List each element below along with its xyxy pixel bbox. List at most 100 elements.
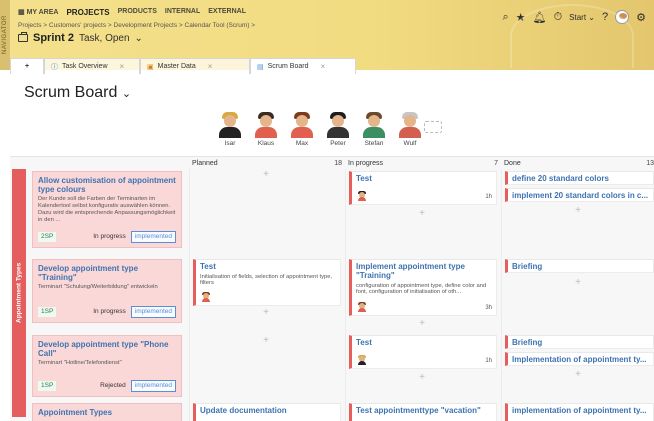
avatar [324, 110, 352, 138]
close-icon[interactable]: × [320, 62, 325, 71]
story-title[interactable]: Appointment Types [38, 408, 176, 417]
search-icon[interactable]: ⌕ [503, 11, 509, 24]
add-card-icon[interactable]: + [415, 208, 429, 219]
task-title[interactable]: Test [356, 174, 492, 184]
swimlane-label: Appointment Types [12, 169, 26, 417]
tab-label: Scrum Board [267, 63, 309, 70]
column-count: 13 [646, 160, 654, 167]
menu-external[interactable]: EXTERNAL [208, 8, 246, 17]
task-title[interactable]: Implementation of appointment ty... [512, 355, 649, 365]
task-card[interactable]: Briefing [505, 335, 654, 349]
task-card[interactable]: Implementation of appointment ty... [505, 352, 654, 366]
task-time: 1h [485, 194, 492, 200]
close-icon[interactable]: × [120, 62, 125, 71]
add-card-icon[interactable]: + [415, 372, 429, 383]
column-divider [345, 169, 346, 421]
app-window: NAVIGATOR ▦ MY AREA PROJECTS PRODUCTS IN… [0, 0, 654, 421]
person-name: Stefan [364, 140, 384, 147]
add-member-icon[interactable] [424, 121, 442, 133]
close-icon[interactable]: × [208, 62, 213, 71]
stopwatch-icon[interactable]: ⏱︎ [554, 11, 563, 24]
task-card[interactable]: implementation of appointment ty... [505, 403, 654, 421]
story-title[interactable]: Develop appointment type "Training" [38, 264, 176, 282]
task-title[interactable]: Test appointmenttype "vacation" [356, 406, 492, 416]
person-stefan[interactable]: Stefan [360, 110, 388, 147]
avatar [288, 110, 316, 138]
task-title[interactable]: Test [200, 262, 336, 272]
task-card[interactable]: define 20 standard colors [505, 171, 654, 185]
menu-internal[interactable]: INTERNAL [165, 8, 200, 17]
main-content: Scrum Board ⌄ Isar Klaus Max Peter Stefa… [10, 74, 654, 421]
star-icon[interactable]: ★ [516, 11, 526, 24]
add-card-icon[interactable]: + [571, 205, 585, 216]
tab-scrum-board[interactable]: ▤ Scrum Board × [250, 58, 356, 74]
task-title[interactable]: Update documentation [200, 406, 336, 416]
add-card-icon[interactable]: + [571, 277, 585, 288]
task-card[interactable]: implement 20 standard colors in c... [505, 188, 654, 202]
menu-my-area[interactable]: ▦ MY AREA [18, 8, 58, 17]
person-klaus[interactable]: Klaus [252, 110, 280, 147]
sprint-name: Sprint 2 [33, 32, 74, 44]
breadcrumb[interactable]: Projects > Customers' projects > Develop… [18, 22, 255, 29]
new-tab-button[interactable]: + [10, 58, 44, 74]
task-title[interactable]: implementation of appointment ty... [512, 406, 649, 416]
person-peter[interactable]: Peter [324, 110, 352, 147]
person-isar[interactable]: Isar [216, 110, 244, 147]
story-card[interactable]: Allow customisation of appointment type … [32, 171, 182, 248]
task-card[interactable]: Test 1h [349, 335, 497, 369]
person-name: Isar [224, 140, 236, 147]
task-card[interactable]: Update documentation [193, 403, 341, 421]
story-card[interactable]: Develop appointment type "Phone Call" Te… [32, 335, 182, 397]
start-menu[interactable]: Start ⌄ [569, 13, 595, 22]
add-card-icon[interactable]: + [415, 318, 429, 329]
scrum-board: Planned 18 In progress 7 Done 13 Appoint… [10, 156, 654, 421]
chevron-down-icon: ⌄ [121, 88, 132, 100]
task-card[interactable]: Briefing [505, 259, 654, 273]
avatar [357, 302, 367, 312]
status-badge: implemented [130, 306, 176, 318]
bell-icon[interactable]: 🔔︎ [533, 11, 547, 24]
tab-master-data[interactable]: ▣ Master Data × [140, 58, 250, 74]
status-badge: implemented [130, 380, 176, 392]
task-card[interactable]: Test appointmenttype "vacation" [349, 403, 497, 421]
column-name: Done [504, 160, 521, 167]
chevron-down-icon[interactable]: ⌄ [135, 33, 143, 44]
tab-task-overview[interactable]: ⓘ Task Overview × [44, 58, 140, 74]
task-card[interactable]: Test Initialisation of fields, selection… [193, 259, 341, 306]
task-title[interactable]: Implement appointment type "Training" [356, 262, 492, 281]
page-title[interactable]: Scrum Board ⌄ [24, 84, 131, 102]
person-max[interactable]: Max [288, 110, 316, 147]
task-card[interactable]: Implement appointment type "Training" co… [349, 259, 497, 316]
status-badge: implemented [130, 231, 176, 243]
menu-projects[interactable]: PROJECTS [66, 8, 109, 17]
story-status: In progress implemented [93, 231, 176, 243]
menu-my-area-label: MY AREA [26, 9, 59, 16]
plus-icon: + [24, 63, 30, 70]
task-title[interactable]: implement 20 standard colors in c... [512, 191, 649, 201]
column-header-done: Done 13 [504, 160, 654, 167]
add-card-icon[interactable]: + [259, 335, 273, 346]
story-description: Terminart "Hotline/Telefondienst" [38, 360, 122, 367]
story-points: 1SP [38, 307, 57, 317]
task-title[interactable]: Briefing [512, 338, 649, 348]
add-card-icon[interactable]: + [571, 369, 585, 380]
user-avatar[interactable] [615, 10, 630, 24]
sprint-meta: Task, Open [78, 32, 130, 44]
story-title[interactable]: Develop appointment type "Phone Call" [38, 340, 176, 358]
person-wulf[interactable]: Wulf [396, 110, 424, 147]
add-card-icon[interactable]: + [259, 307, 273, 318]
navigator-rail[interactable]: NAVIGATOR [0, 0, 10, 70]
task-title[interactable]: Test [356, 338, 492, 348]
gear-icon[interactable]: ⚙ [636, 11, 646, 24]
task-title[interactable]: Briefing [512, 262, 649, 272]
menu-products[interactable]: PRODUCTS [118, 8, 157, 17]
story-card[interactable]: Develop appointment type "Training" Term… [32, 259, 182, 323]
story-card[interactable]: Appointment Types [32, 403, 182, 421]
story-footer: 2SP In progress implemented [38, 231, 176, 243]
task-title[interactable]: define 20 standard colors [512, 174, 649, 184]
task-card[interactable]: Test 1h [349, 171, 497, 205]
story-title[interactable]: Allow customisation of appointment type … [38, 176, 176, 194]
avatar [396, 110, 424, 138]
add-card-icon[interactable]: + [259, 169, 273, 180]
help-icon[interactable]: ? [602, 11, 608, 23]
